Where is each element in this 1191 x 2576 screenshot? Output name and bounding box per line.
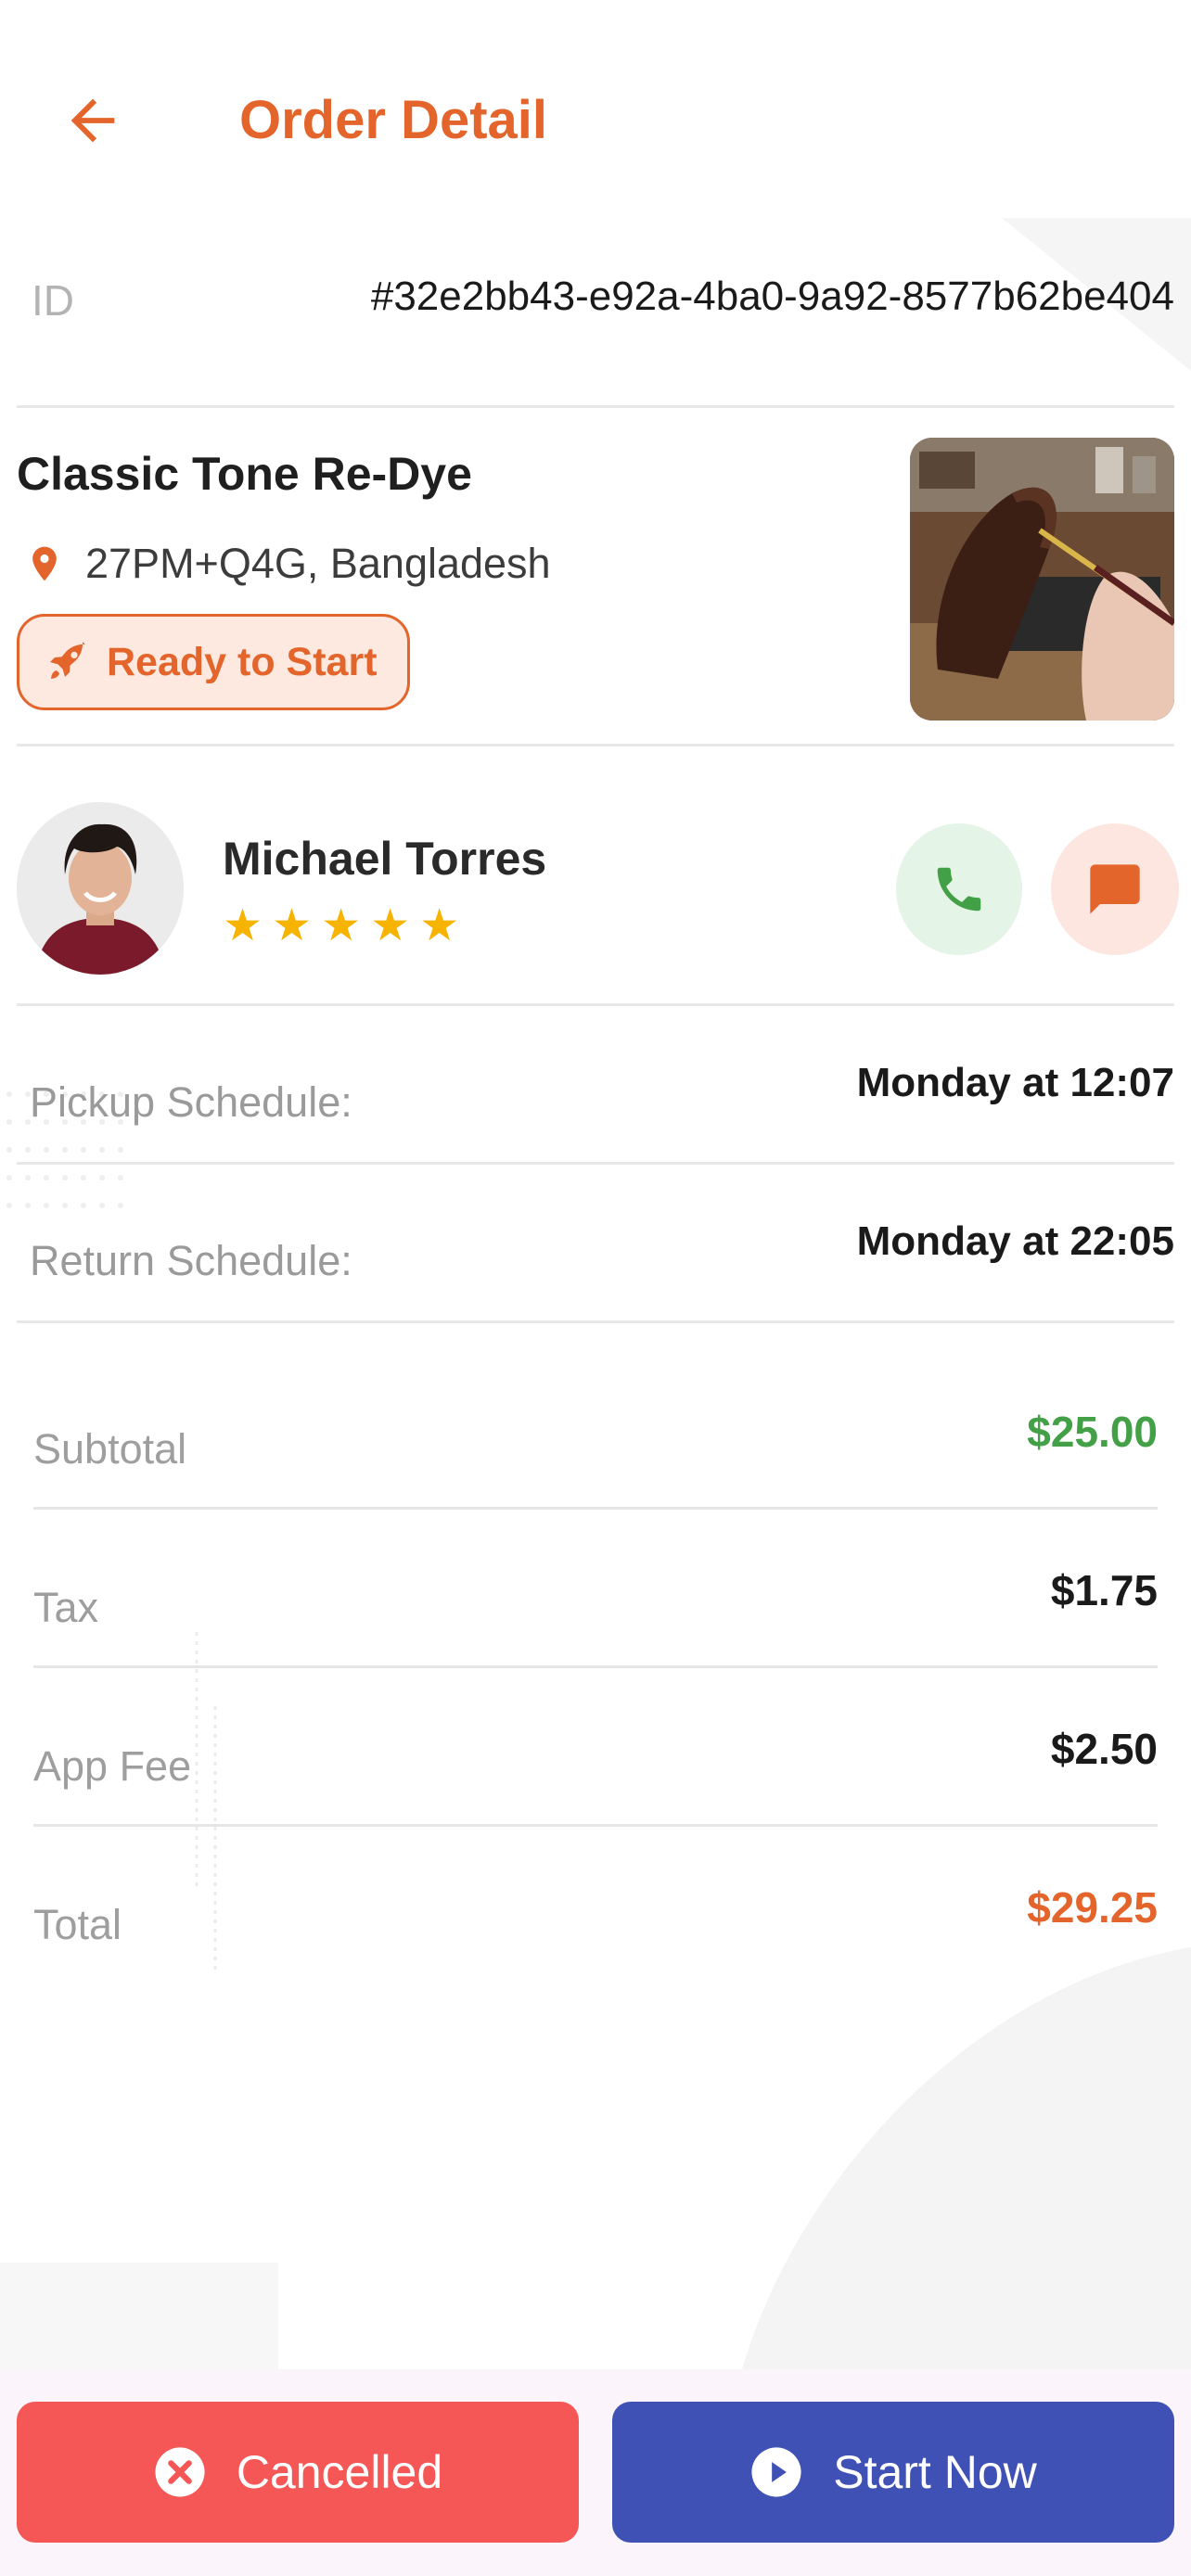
start-now-label: Start Now [833,2446,1037,2498]
return-schedule-row: Return Schedule: Monday at 22:05 [17,1165,1174,1323]
x-circle-icon [155,2447,205,2497]
service-card: Classic Tone Re-Dye 27PM+Q4G, Bangladesh… [17,408,1174,746]
app-header: Order Detail [0,0,1191,218]
status-text: Ready to Start [107,639,378,684]
customer-name: Michael Torres [223,833,547,885]
star-icon: ★ [419,901,460,950]
rating-stars: ★ ★ ★ ★ ★ [223,904,459,949]
star-icon: ★ [370,901,411,950]
pickup-label: Pickup Schedule: [30,1078,352,1126]
arrow-left-icon [70,98,115,143]
rocket-icon [50,642,85,679]
map-pin-icon [32,546,57,581]
tax-label: Tax [33,1584,99,1631]
return-label: Return Schedule: [30,1237,352,1284]
back-button[interactable] [56,83,130,158]
start-now-button[interactable]: Start Now [612,2402,1174,2543]
cancelled-label: Cancelled [236,2446,443,2498]
page-title: Order Detail [239,90,547,150]
app-fee-value: $2.50 [1050,1725,1158,1773]
total-value: $29.25 [1027,1883,1158,1932]
phone-icon [937,867,981,912]
order-id-label: ID [32,276,74,325]
service-location: 27PM+Q4G, Bangladesh [24,540,551,588]
chat-icon [1090,864,1140,914]
bottom-action-bar: Cancelled Start Now [0,2369,1191,2576]
call-button[interactable] [896,823,1022,955]
star-icon: ★ [272,901,313,950]
app-fee-row: App Fee $2.50 [33,1668,1158,1827]
avatar [17,802,184,975]
subtotal-label: Subtotal [33,1425,187,1473]
play-circle-icon [751,2447,801,2497]
app-fee-label: App Fee [33,1742,192,1790]
tax-value: $1.75 [1050,1566,1158,1614]
return-value: Monday at 22:05 [856,1218,1174,1264]
customer-card: Michael Torres ★ ★ ★ ★ ★ [17,746,1179,1006]
total-label: Total [33,1901,122,1948]
pickup-schedule-row: Pickup Schedule: Monday at 12:07 [17,1006,1174,1165]
status-badge: Ready to Start [17,614,410,710]
star-icon: ★ [223,901,263,950]
service-name: Classic Tone Re-Dye [17,448,472,500]
cancelled-button[interactable]: Cancelled [17,2402,579,2543]
subtotal-row: Subtotal $25.00 [33,1351,1158,1510]
pickup-value: Monday at 12:07 [856,1060,1174,1105]
tax-row: Tax $1.75 [33,1510,1158,1668]
service-thumbnail [910,438,1174,721]
order-id-row: ID #32e2bb43-e92a-4ba0-9a92-8577b62be404 [17,218,1174,408]
location-text: 27PM+Q4G, Bangladesh [85,540,551,587]
message-button[interactable] [1051,823,1179,955]
total-row: Total $29.25 [33,1827,1158,1985]
order-id-value: #32e2bb43-e92a-4ba0-9a92-8577b62be404 [370,274,1174,319]
star-icon: ★ [321,901,362,950]
subtotal-value: $25.00 [1027,1408,1158,1456]
